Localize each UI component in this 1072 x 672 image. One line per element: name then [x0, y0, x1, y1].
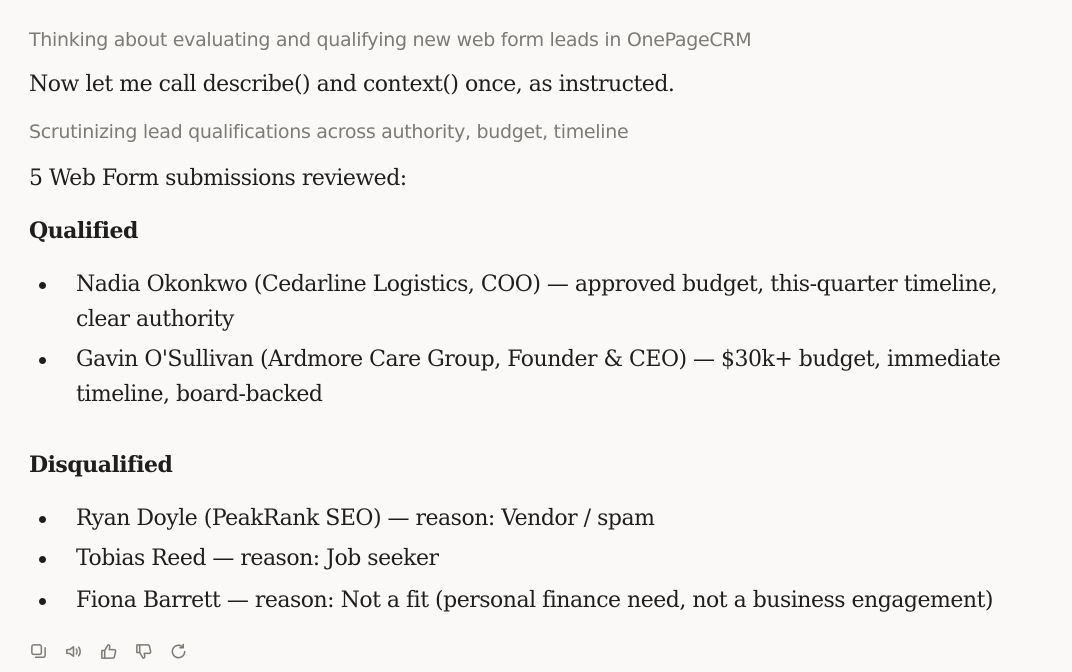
qualified-list: Nadia Okonkwo (Cedarline Logistics, COO)… [29, 267, 1029, 412]
list-item: Nadia Okonkwo (Cedarline Logistics, COO)… [29, 267, 1029, 337]
summary-text: 5 Web Form submissions reviewed: [29, 166, 407, 191]
thumbs-down-button[interactable] [133, 641, 154, 662]
list-item: Gavin O'Sullivan (Ardmore Care Group, Fo… [29, 342, 1029, 412]
copy-button[interactable] [28, 641, 49, 662]
thumbs-up-button[interactable] [98, 641, 119, 662]
list-item: Ryan Doyle (PeakRank SEO) — reason: Vend… [29, 501, 1029, 536]
retry-button[interactable] [168, 641, 189, 662]
disqualified-heading: Disqualified [29, 452, 173, 478]
read-aloud-button[interactable] [63, 641, 84, 662]
list-item: Tobias Reed — reason: Job seeker [29, 541, 1029, 576]
thumbs-down-icon [136, 644, 152, 659]
message-actions [28, 641, 189, 662]
retry-icon [171, 643, 186, 659]
qualified-heading: Qualified [29, 218, 138, 244]
speaker-icon [66, 645, 81, 658]
thinking-header-1[interactable]: Thinking about evaluating and qualifying… [29, 31, 752, 50]
thumbs-up-icon [101, 644, 117, 659]
copy-icon [31, 644, 46, 658]
thinking-header-2[interactable]: Scrutinizing lead qualifications across … [29, 123, 629, 142]
intro-text: Now let me call describe() and context()… [29, 72, 675, 97]
list-item: Fiona Barrett — reason: Not a fit (perso… [29, 583, 1029, 618]
disqualified-list: Ryan Doyle (PeakRank SEO) — reason: Vend… [29, 501, 1029, 618]
